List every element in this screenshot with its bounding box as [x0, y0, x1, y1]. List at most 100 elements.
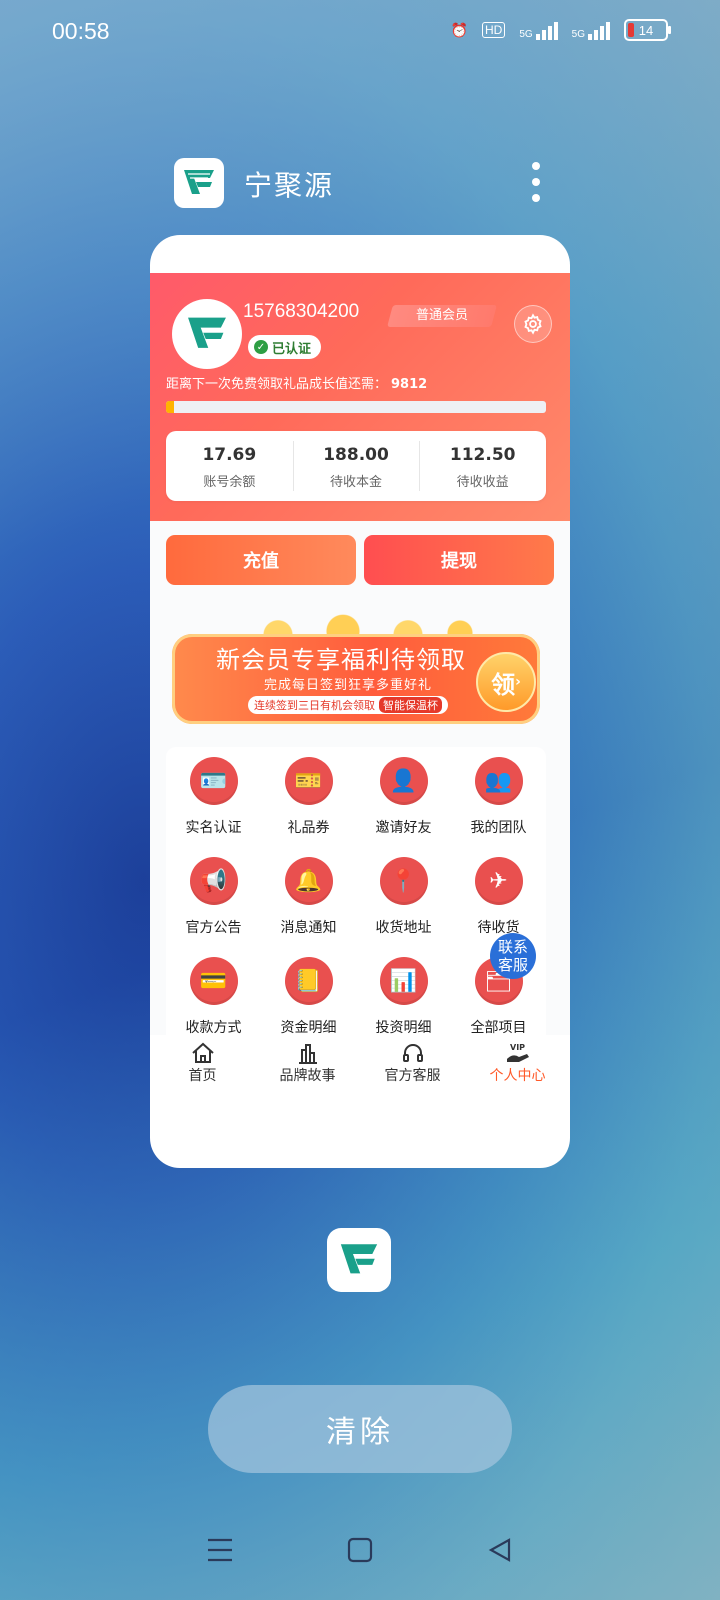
network-type-2: 5G: [571, 29, 585, 40]
growth-value: 9812: [391, 377, 428, 392]
claim-label: 领: [491, 670, 516, 699]
tab-official-service[interactable]: 官方客服: [360, 1035, 465, 1095]
tab-brand-story[interactable]: 品牌故事: [255, 1035, 360, 1095]
profile-header: 15768304200 ✓ 已认证 普通会员 距离下一次免费领取礼品成长值还需：…: [150, 273, 570, 521]
more-options-icon[interactable]: [528, 162, 544, 202]
alarm-icon: ⏰: [450, 21, 468, 38]
battery-icon: 14: [624, 19, 671, 41]
recent-app-header: 宁聚源: [174, 158, 544, 210]
menu-item-label: 投资明细: [375, 1020, 432, 1036]
menu-item-label: 礼品券: [287, 820, 330, 836]
announcement-icon: 📢: [189, 857, 238, 905]
new-member-banner[interactable]: 新会员专享福利待领取 完成每日签到狂享多重好礼 连续签到三日有机会领取 智能保温…: [166, 606, 546, 726]
invite-icon: 👤: [379, 757, 428, 805]
invest-icon: 📊: [379, 957, 428, 1005]
menu-item-label: 消息通知: [280, 920, 337, 936]
coupon-icon: 🎫: [284, 757, 333, 805]
menu-item-label: 邀请好友: [375, 820, 432, 836]
svg-text:VIP: VIP: [510, 1043, 525, 1052]
tab-label: 官方客服: [384, 1068, 441, 1084]
menu-item-label: 收款方式: [185, 1020, 242, 1036]
avatar[interactable]: [172, 299, 242, 369]
banner-subtitle: 完成每日签到狂享多重好礼: [264, 678, 433, 693]
bottom-tab-bar: 首页 品牌故事 官方客服 VIP 个人中心: [150, 1035, 570, 1095]
network-type-1: 5G: [519, 29, 533, 40]
menu-item-label: 资金明细: [280, 1020, 337, 1036]
menu-item-invest-details[interactable]: 📊 投资明细: [356, 947, 451, 1047]
menu-item-notifications[interactable]: 🔔 消息通知: [261, 847, 356, 947]
menu-item-real-name[interactable]: 🪪 实名认证: [166, 747, 261, 847]
stat-balance[interactable]: 17.69 账号余额: [166, 431, 293, 501]
ledger-icon: 📒: [284, 957, 333, 1005]
menu-icon[interactable]: [200, 1530, 240, 1570]
contact-service-label: 联系客服: [497, 938, 528, 974]
home-square-icon[interactable]: [340, 1530, 380, 1570]
headset-icon: [400, 1041, 426, 1065]
menu-item-label: 收货地址: [375, 920, 432, 936]
claim-button[interactable]: 领 ›: [476, 652, 536, 712]
user-phone: 15768304200: [243, 301, 360, 322]
verified-label: 已认证: [272, 341, 312, 357]
stat-value: 17.69: [202, 445, 257, 465]
withdraw-button[interactable]: 提现: [364, 535, 554, 585]
growth-progress-fill: [166, 401, 174, 413]
status-bar: 00:58 ⏰ HD 5G 5G 14: [0, 0, 720, 64]
stat-principal[interactable]: 188.00 待收本金: [292, 431, 420, 501]
contact-service-button[interactable]: 联系客服: [490, 933, 536, 979]
check-icon: ✓: [254, 340, 268, 354]
clear-recents-button[interactable]: 清除: [208, 1385, 512, 1473]
tab-label: 首页: [188, 1068, 217, 1084]
bell-icon: 🔔: [284, 857, 333, 905]
app-logo-icon[interactable]: [174, 158, 224, 208]
app-preview-card[interactable]: 15768304200 ✓ 已认证 普通会员 距离下一次免费领取礼品成长值还需：…: [150, 235, 570, 1168]
growth-hint: 距离下一次免费领取礼品成长值还需： 9812: [166, 373, 427, 392]
banner-pill-text: 连续签到三日有机会领取: [254, 699, 375, 712]
system-nav-bar: [0, 1530, 720, 1580]
stat-label: 待收本金: [330, 475, 383, 490]
stat-earnings[interactable]: 112.50 待收收益: [419, 431, 546, 501]
menu-item-label: 全部项目: [470, 1020, 527, 1036]
building-icon: [295, 1041, 321, 1065]
growth-text: 距离下一次免费领取礼品成长值还需：: [166, 377, 388, 392]
home-icon: [190, 1041, 216, 1065]
back-icon[interactable]: [480, 1530, 520, 1570]
app-title: 宁聚源: [244, 169, 335, 202]
status-icons: ⏰ HD 5G 5G 14: [450, 19, 671, 41]
banner-pill-highlight: 智能保温杯: [379, 697, 442, 713]
tab-label: 个人中心: [489, 1068, 546, 1084]
menu-item-coupon[interactable]: 🎫 礼品券: [261, 747, 356, 847]
menu-item-announcement[interactable]: 📢 官方公告: [166, 847, 261, 947]
account-stats: 17.69 账号余额 188.00 待收本金 112.50 待收收益: [166, 431, 546, 501]
banner-title: 新会员专享福利待领取: [216, 646, 466, 674]
stat-label: 待收收益: [456, 475, 509, 490]
menu-item-fund-details[interactable]: 📒 资金明细: [261, 947, 356, 1047]
chevron-right-icon: ›: [515, 674, 521, 690]
hd-icon: HD: [481, 22, 506, 38]
menu-item-invite[interactable]: 👤 邀请好友: [356, 747, 451, 847]
menu-item-payment-method[interactable]: 💳 收款方式: [166, 947, 261, 1047]
card-icon: 💳: [189, 957, 238, 1005]
member-level-label: 普通会员: [415, 308, 468, 323]
menu-item-label: 我的团队: [470, 820, 527, 836]
settings-gear-icon[interactable]: [514, 305, 552, 343]
menu-item-team[interactable]: 👥 我的团队: [451, 747, 546, 847]
signal-2-icon: 5G: [572, 20, 610, 40]
app-shortcut-icon[interactable]: [327, 1228, 391, 1292]
signal-1-icon: 5G: [519, 20, 558, 40]
battery-level: 14: [638, 22, 654, 38]
recharge-button[interactable]: 充值: [166, 535, 356, 585]
banner-pill: 连续签到三日有机会领取 智能保温杯: [248, 696, 448, 714]
id-card-icon: 🪪: [189, 757, 238, 805]
tab-home[interactable]: 首页: [150, 1035, 255, 1095]
menu-item-label: 实名认证: [185, 820, 242, 836]
growth-progress-bar: [166, 401, 546, 413]
tab-personal-center[interactable]: VIP 个人中心: [465, 1035, 570, 1095]
team-icon: 👥: [474, 757, 523, 805]
menu-item-address[interactable]: 📍 收货地址: [356, 847, 451, 947]
menu-item-delivery[interactable]: ✈ 待收货: [451, 847, 546, 947]
banner-body: 新会员专享福利待领取 完成每日签到狂享多重好礼 连续签到三日有机会领取 智能保温…: [172, 634, 540, 724]
status-time: 00:58: [52, 18, 110, 44]
delivery-icon: ✈: [474, 857, 523, 905]
vip-hand-icon: VIP: [505, 1041, 531, 1065]
verified-badge: ✓ 已认证: [248, 335, 322, 359]
